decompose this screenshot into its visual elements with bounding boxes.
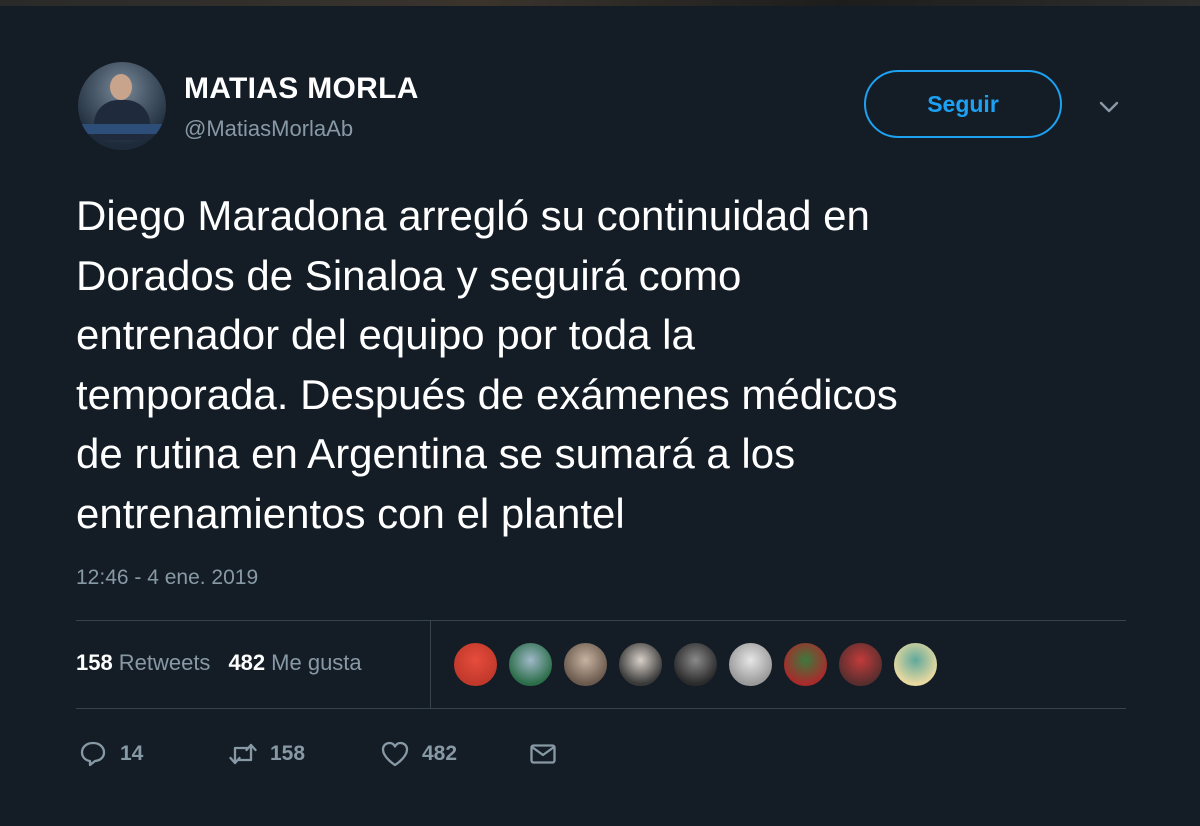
liker-avatar[interactable] xyxy=(782,641,829,688)
liker-avatar[interactable] xyxy=(452,641,499,688)
retweets-label[interactable]: Retweets xyxy=(119,650,211,676)
follow-button[interactable]: Seguir xyxy=(864,70,1062,138)
retweet-count: 158 xyxy=(270,742,306,765)
tweet-header: MATIAS MORLA @MatiasMorlaAb Seguir xyxy=(78,62,1138,158)
liker-avatar[interactable] xyxy=(892,641,939,688)
avatar-face xyxy=(110,74,132,100)
likes-label[interactable]: Me gusta xyxy=(271,650,362,676)
like-action[interactable]: 482 xyxy=(380,734,457,774)
message-action[interactable] xyxy=(528,734,558,774)
reply-count: 14 xyxy=(120,742,144,765)
divider-top xyxy=(76,620,1126,621)
top-edge xyxy=(0,0,1200,6)
heart-icon xyxy=(381,741,409,767)
stats-divider xyxy=(430,620,431,708)
author-name[interactable]: MATIAS MORLA xyxy=(184,72,419,106)
liker-avatar[interactable] xyxy=(562,641,609,688)
likes-count[interactable]: 482 xyxy=(228,650,265,676)
liker-avatar[interactable] xyxy=(672,641,719,688)
retweet-icon xyxy=(229,743,257,765)
liker-avatars xyxy=(452,641,947,689)
retweets-count[interactable]: 158 xyxy=(76,650,113,676)
tweet-stats: 158 Retweets 482 Me gusta xyxy=(76,650,362,676)
divider-bottom xyxy=(76,708,1126,709)
author-avatar[interactable] xyxy=(78,62,166,150)
avatar-banner xyxy=(78,124,166,134)
like-count: 482 xyxy=(422,742,458,765)
liker-avatar[interactable] xyxy=(617,641,664,688)
reply-action[interactable]: 14 xyxy=(78,734,143,774)
tweet-timestamp[interactable]: 12:46 - 4 ene. 2019 xyxy=(76,566,258,590)
liker-avatar[interactable] xyxy=(837,641,884,688)
liker-avatar[interactable] xyxy=(727,641,774,688)
liker-avatar[interactable] xyxy=(507,641,554,688)
tweet-text: Diego Maradona arregló su continuidad en… xyxy=(76,192,898,537)
tweet-card: MATIAS MORLA @MatiasMorlaAb Seguir Diego… xyxy=(0,0,1200,826)
envelope-icon xyxy=(530,744,556,764)
reply-icon xyxy=(80,741,106,767)
avatar-suit xyxy=(94,100,150,140)
author-handle[interactable]: @MatiasMorlaAb xyxy=(184,116,353,142)
retweet-action[interactable]: 158 xyxy=(228,734,305,774)
chevron-down-icon[interactable] xyxy=(1098,96,1120,118)
